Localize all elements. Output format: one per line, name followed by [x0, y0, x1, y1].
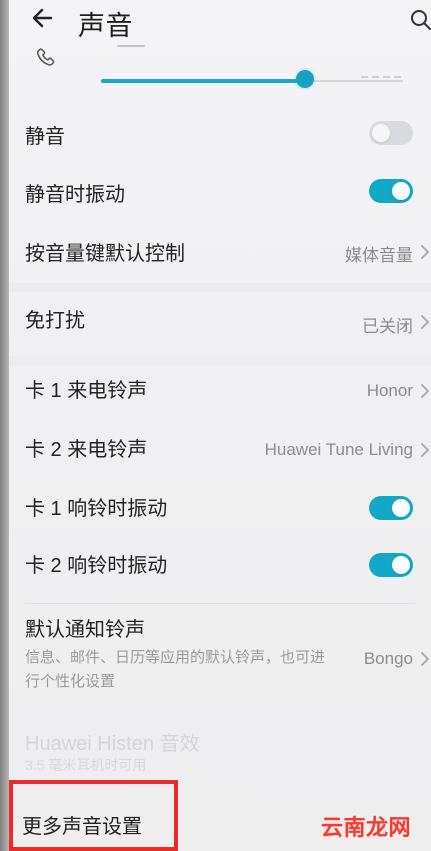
volume-key-default-row[interactable]: 按音量键默认控制 媒体音量 — [9, 229, 431, 273]
sim2-vibrate-toggle-knob — [392, 556, 410, 574]
volume-key-default-value: 媒体音量 — [345, 246, 413, 265]
vibrate-silent-label: 静音时振动 — [25, 184, 125, 206]
sim2-vibrate-row[interactable]: 卡 2 响铃时振动 — [9, 543, 431, 587]
slider-fill — [101, 79, 305, 83]
sim2-ringtone-value: Huawei Tune Living — [264, 440, 413, 459]
chevron-right-icon — [421, 245, 429, 259]
sim1-vibrate-label: 卡 1 响铃时振动 — [25, 498, 168, 520]
mute-toggle-knob — [372, 124, 390, 142]
vibrate-silent-toggle-knob — [392, 182, 410, 200]
chevron-right-icon — [421, 315, 429, 329]
sim1-ringtone-row[interactable]: 卡 1 来电铃声 Honor — [9, 368, 431, 412]
volume-key-default-label: 按音量键默认控制 — [25, 243, 185, 265]
slider-dashes — [361, 76, 403, 78]
sound-settings-screen: 声音 静音 静音时振动 按音量键默认控制 媒体音量 免打扰 已关闭 卡 1 来电… — [9, 0, 431, 851]
top-hint-line — [117, 45, 145, 47]
divider — [25, 603, 415, 604]
phone-icon — [36, 48, 55, 66]
sim1-vibrate-row[interactable]: 卡 1 响铃时振动 — [9, 486, 431, 530]
default-notification-row[interactable]: 默认通知铃声 信息、邮件、日历等应用的默认铃声，也可进行个性化设置 Bongo — [9, 607, 431, 693]
chevron-right-icon — [421, 443, 429, 457]
faded-sound-effect-subtext: 3.5 毫米耳机时可用 — [25, 757, 147, 773]
back-arrow-icon[interactable] — [29, 4, 59, 32]
vibrate-silent-row[interactable]: 静音时振动 — [9, 170, 431, 214]
sim2-ringtone-row[interactable]: 卡 2 来电铃声 Huawei Tune Living — [9, 427, 431, 471]
do-not-disturb-value: 已关闭 — [362, 317, 413, 336]
slider-thumb[interactable] — [296, 70, 314, 88]
section-separator — [9, 283, 431, 292]
faded-sound-effect-row: Huawei Histen 音效 3.5 毫米耳机时可用 — [9, 722, 431, 774]
sim1-vibrate-toggle-knob — [392, 499, 410, 517]
header: 声音 — [9, 0, 431, 41]
sim1-ringtone-label: 卡 1 来电铃声 — [25, 380, 148, 402]
watermark: 云南龙网 — [320, 815, 411, 840]
vibrate-silent-toggle[interactable] — [369, 179, 413, 203]
default-notification-description: 信息、邮件、日历等应用的默认铃声，也可进行个性化设置 — [25, 649, 326, 690]
volume-slider[interactable] — [101, 69, 403, 93]
sim1-vibrate-toggle[interactable] — [369, 496, 413, 520]
left-bezel — [0, 0, 9, 851]
sim2-vibrate-label: 卡 2 响铃时振动 — [25, 555, 168, 577]
search-icon[interactable] — [409, 8, 431, 32]
do-not-disturb-label: 免打扰 — [25, 310, 85, 332]
mute-toggle[interactable] — [369, 121, 413, 145]
sim1-ringtone-value: Honor — [366, 381, 413, 400]
sim2-vibrate-toggle[interactable] — [369, 553, 413, 577]
more-sound-settings-label: 更多声音设置 — [22, 816, 142, 838]
faded-sound-effect-title: Huawei Histen 音效 — [25, 733, 200, 755]
sim2-ringtone-label: 卡 2 来电铃声 — [25, 439, 148, 461]
chevron-right-icon — [421, 384, 429, 398]
page-title: 声音 — [78, 11, 133, 41]
chevron-right-icon — [421, 652, 429, 666]
default-notification-value: Bongo — [363, 649, 413, 668]
section-separator — [9, 356, 431, 365]
mute-row[interactable]: 静音 — [9, 112, 431, 156]
default-notification-label: 默认通知铃声 — [25, 619, 145, 641]
mute-label: 静音 — [25, 126, 65, 148]
do-not-disturb-row[interactable]: 免打扰 已关闭 — [9, 298, 431, 342]
